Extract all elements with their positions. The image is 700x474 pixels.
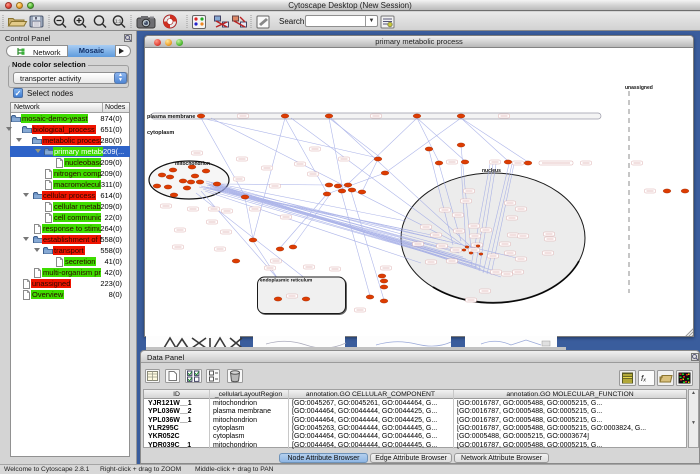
- svg-text:unassigned: unassigned: [625, 85, 653, 91]
- svg-text:fₓ: fₓ: [641, 374, 646, 383]
- svg-text:mitochondrion: mitochondrion: [175, 161, 210, 167]
- svg-text:nucleus: nucleus: [482, 168, 501, 174]
- svg-text:1:1: 1:1: [115, 19, 122, 24]
- svg-text:endoplasmic reticulum: endoplasmic reticulum: [260, 278, 312, 284]
- svg-text:plasma membrane: plasma membrane: [147, 114, 195, 120]
- svg-text:cytoplasm: cytoplasm: [147, 130, 174, 136]
